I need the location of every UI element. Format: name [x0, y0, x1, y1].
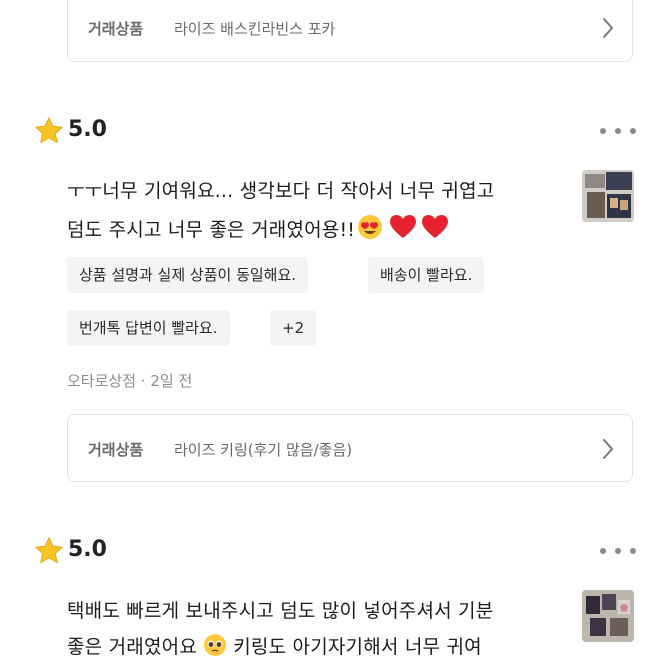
review-tag: 배송이 빨라요.	[368, 257, 485, 293]
review-text: 덤도 주시고 너무 좋은 거래였어용!!	[67, 219, 356, 241]
review-text-line-2: 덤도 주시고 너무 좋은 거래였어용!!	[67, 214, 449, 245]
chevron-right-icon	[602, 438, 614, 464]
more-options-icon[interactable]	[600, 126, 636, 136]
product-card-2[interactable]: 거래상품 라이즈 키링(후기 많음/좋음)	[67, 414, 633, 482]
star-icon	[35, 117, 63, 144]
red-heart-emoji	[389, 214, 417, 245]
heart-eyes-emoji	[357, 214, 383, 245]
product-card-name: 라이즈 키링(후기 많음/좋음)	[174, 441, 353, 459]
product-card-1[interactable]: 거래상품 라이즈 배스킨라빈스 포카	[67, 0, 633, 62]
review-meta: 오타로상점 · 2일 전	[67, 370, 192, 391]
review-text-line-1: ㅜㅜ너무 기여워요... 생각보다 더 작아서 너무 귀엽고	[67, 180, 495, 202]
review-tag: 상품 설명과 실제 상품이 동일해요.	[67, 257, 309, 293]
more-options-icon[interactable]	[600, 546, 636, 556]
review-tag-more[interactable]: +2	[270, 310, 317, 346]
star-icon	[35, 537, 63, 564]
chevron-right-icon	[602, 17, 614, 43]
product-card-label: 거래상품	[88, 441, 144, 459]
pleading-face-emoji	[203, 633, 227, 662]
review-text-line-2: 좋은 거래였어요 키링도 아기자기해서 너무 귀여	[67, 632, 482, 662]
product-card-name: 라이즈 배스킨라빈스 포카	[174, 20, 336, 38]
review-text: 좋은 거래였어요	[67, 636, 197, 658]
review-text-line-1: 택배도 빠르게 보내주시고 덤도 많이 넣어주셔서 기분	[67, 600, 494, 622]
review-text: 키링도 아기자기해서 너무 귀여	[227, 636, 482, 658]
review-tag: 번개톡 답변이 빨라요.	[67, 310, 230, 346]
review-photo-thumbnail[interactable]	[582, 590, 634, 642]
rating-value: 5.0	[68, 117, 107, 142]
product-card-label: 거래상품	[88, 20, 144, 38]
shop-name[interactable]: 오타로상점	[67, 372, 136, 390]
red-heart-emoji	[421, 214, 449, 245]
review-photo-thumbnail[interactable]	[582, 170, 634, 222]
review-time: · 2일 전	[140, 372, 193, 390]
rating-value: 5.0	[68, 537, 107, 562]
